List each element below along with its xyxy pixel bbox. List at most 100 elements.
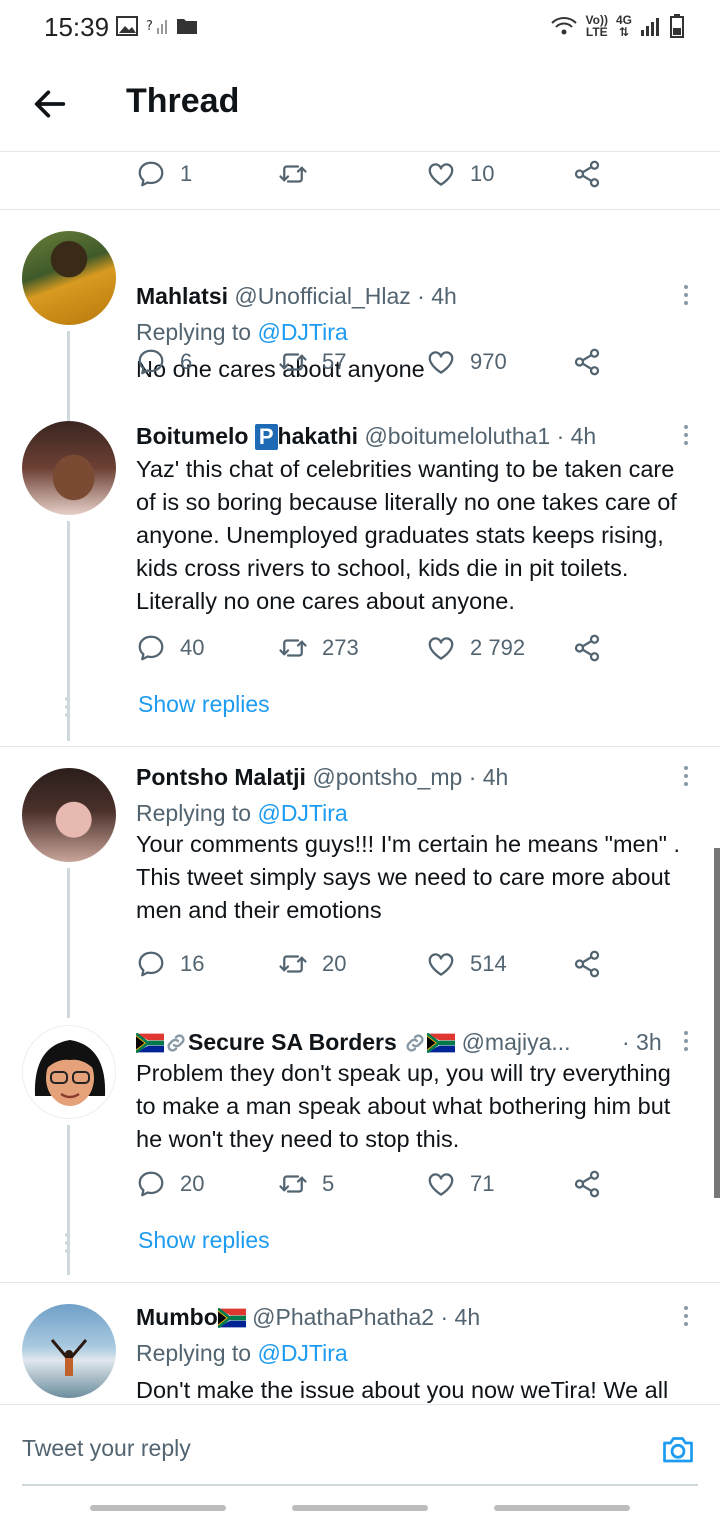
more-options-icon[interactable] [682,425,690,449]
input-underline [22,1484,698,1486]
share-icon [572,949,602,979]
share-button[interactable] [572,1169,602,1199]
tweet-actions: 6 57 970 [136,347,606,381]
reply-icon [136,1169,166,1199]
thread-header: Thread [0,56,720,152]
retweet-button[interactable]: 5 [278,1169,334,1199]
tweet[interactable]: Mahlatsi @Unofficial_Hlaz · 4h Replying … [0,209,720,421]
mention-link[interactable]: @DJTira [257,1340,347,1366]
replying-to: Replying to @DJTira [136,800,348,826]
reply-button[interactable]: 1 [136,159,192,189]
user-handle[interactable]: @majiya... [462,1029,571,1055]
user-handle[interactable]: @boitumelolutha1 [364,423,550,449]
show-replies-link[interactable]: Show replies [138,691,270,718]
person-silhouette [50,1339,88,1376]
like-button[interactable]: 10 [426,159,494,189]
reply-button[interactable]: 40 [136,633,204,663]
like-button[interactable]: 514 [426,949,507,979]
like-button[interactable]: 970 [426,347,507,377]
retweet-icon [278,347,308,377]
more-options-icon[interactable] [682,766,690,790]
retweet-icon [278,633,308,663]
scrollbar[interactable] [714,848,720,1198]
share-button[interactable] [572,347,602,377]
reply-button[interactable]: 6 [136,347,192,377]
retweet-button[interactable]: 20 [278,949,346,979]
reply-input[interactable]: Tweet your reply [22,1435,191,1462]
more-options-icon[interactable] [682,1306,690,1330]
tweet[interactable]: Pontsho Malatji @pontsho_mp · 4h Replyin… [0,746,720,1026]
battery-icon [670,14,684,38]
heart-icon [426,159,456,189]
replying-to: Replying to @DJTira [136,1340,348,1366]
nav-recents-handle[interactable] [90,1505,226,1511]
thread-ellipsis [65,697,71,721]
folder-icon [177,19,197,34]
link-icon [403,1031,427,1055]
network-type: 4G ⇅ [615,13,632,39]
display-name[interactable]: Boitumelo Phakathi [136,423,358,450]
signal-icon [641,18,659,36]
share-icon [572,347,602,377]
bitmoji-avatar [34,1040,106,1106]
tweet-header: Boitumelo Phakathi @boitumelolutha1 · 4h [136,423,672,450]
tweet-text: Problem they don't speak up, you will tr… [136,1060,671,1152]
nav-home-handle[interactable] [292,1505,428,1511]
reply-button[interactable]: 16 [136,949,204,979]
volte-indicator: Vo)) LTE [585,13,608,39]
display-name[interactable]: Secure SA Borders [188,1029,397,1055]
timestamp-wrap: · 3h [622,1029,680,1056]
thread-content[interactable]: 1 10 Mahlatsi @Unofficial_Hlaz · 4h Repl… [0,153,720,1403]
avatar[interactable] [22,421,116,515]
retweet-icon [278,949,308,979]
avatar[interactable] [22,1025,116,1119]
user-handle[interactable]: @PhathaPhatha2 [252,1304,434,1330]
user-handle[interactable]: @Unofficial_Hlaz [234,283,410,309]
tweet[interactable]: Mumbo @PhathaPhatha2 · 4h Replying to @D… [0,1282,720,1403]
tweet-header: Secure SA Borders @majiya... [136,1029,624,1056]
timestamp: · 4h [417,283,457,309]
like-button[interactable]: 2 792 [426,633,525,663]
share-icon [572,633,602,663]
tweet-header: Pontsho Malatji @pontsho_mp · 4h [136,764,672,791]
tweet-text: Yaz' this chat of celebrities wanting to… [136,456,677,614]
mention-link[interactable]: @DJTira [257,319,347,345]
reply-composer[interactable]: Tweet your reply [0,1404,720,1488]
back-arrow-icon[interactable] [30,84,70,124]
status-bar: 15:39 ? Vo)) LTE 4G ⇅ [0,0,720,56]
system-nav-bar [0,1488,720,1520]
p-emoji-badge: P [254,424,278,450]
tweet[interactable]: Boitumelo Phakathi @boitumelolutha1 · 4h… [0,415,720,745]
tweet-actions: 20 5 71 [136,1169,606,1203]
mention-link[interactable]: @DJTira [257,800,347,826]
reply-button[interactable]: 20 [136,1169,204,1199]
retweet-button[interactable]: 273 [278,633,359,663]
link-icon [164,1031,188,1055]
display-name[interactable]: Mumbo [136,1304,218,1330]
more-options-icon[interactable] [682,1031,690,1055]
show-replies-link[interactable]: Show replies [138,1227,270,1254]
avatar[interactable] [22,1304,116,1398]
share-button[interactable] [572,633,602,663]
heart-icon [426,949,456,979]
display-name[interactable]: Pontsho Malatji [136,764,306,790]
share-icon [572,1169,602,1199]
share-button[interactable] [572,159,602,189]
camera-icon[interactable] [660,1431,696,1467]
more-options-icon[interactable] [682,285,690,309]
retweet-icon [278,159,308,189]
share-icon [572,159,602,189]
avatar[interactable] [22,231,116,325]
share-button[interactable] [572,949,602,979]
tweet[interactable]: Secure SA Borders @majiya... · 3h Proble… [0,1019,720,1279]
nav-back-handle[interactable] [494,1505,630,1511]
retweet-button[interactable] [278,159,322,189]
like-button[interactable]: 71 [426,1169,494,1199]
retweet-button[interactable]: 57 [278,347,346,377]
timestamp: · 4h [468,764,509,790]
timestamp: · 3h [622,1029,662,1055]
display-name[interactable]: Mahlatsi [136,283,228,309]
user-handle[interactable]: @pontsho_mp [312,764,462,790]
reply-icon [136,347,166,377]
avatar[interactable] [22,768,116,862]
